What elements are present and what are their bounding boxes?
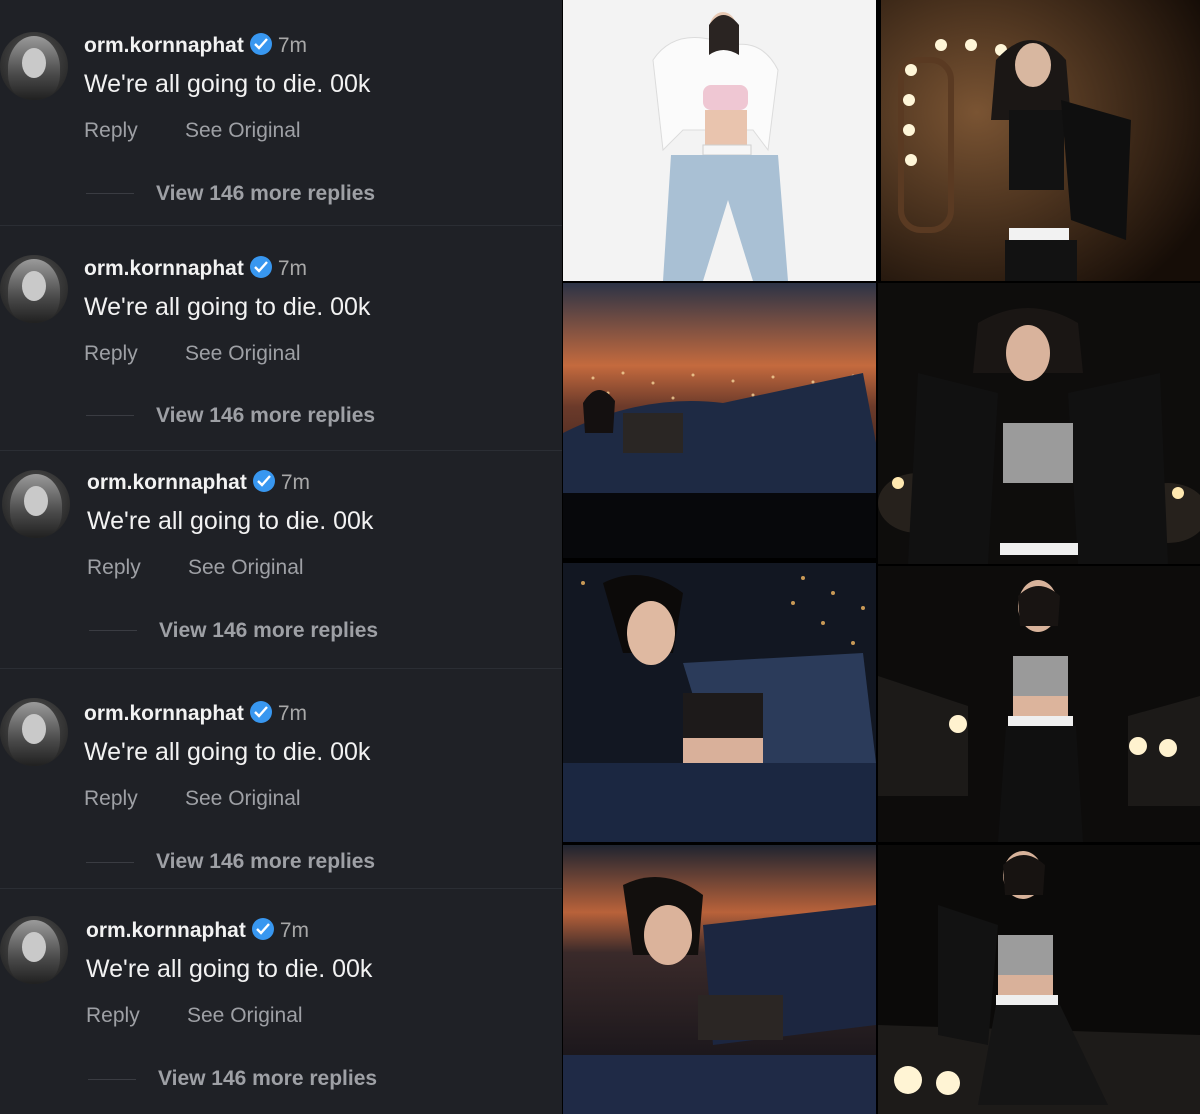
reply-button[interactable]: Reply	[84, 342, 138, 366]
view-more-replies-button[interactable]: View 146 more replies	[156, 850, 375, 874]
divider	[0, 668, 562, 669]
comment-header: orm.kornnaphat 7m	[84, 701, 307, 726]
photo-night-street-hands-up[interactable]	[878, 283, 1200, 564]
view-more-replies-button[interactable]: View 146 more replies	[156, 182, 375, 206]
reply-button[interactable]: Reply	[84, 787, 138, 811]
username[interactable]: orm.kornnaphat	[87, 471, 247, 494]
username[interactable]: orm.kornnaphat	[84, 702, 244, 725]
username[interactable]: orm.kornnaphat	[84, 34, 244, 57]
comment-header: orm.kornnaphat 7m	[84, 256, 307, 281]
replies-line	[86, 193, 134, 194]
divider	[0, 450, 562, 451]
reply-button[interactable]: Reply	[86, 1004, 140, 1028]
see-original-button[interactable]: See Original	[185, 119, 301, 143]
timestamp: 7m	[277, 702, 308, 725]
photo-car-headlights-seated[interactable]	[878, 845, 1200, 1114]
see-original-button[interactable]: See Original	[185, 342, 301, 366]
replies-line	[86, 862, 134, 863]
reply-button[interactable]: Reply	[84, 119, 138, 143]
comment-header: orm.kornnaphat 7m	[87, 470, 310, 495]
timestamp: 7m	[277, 34, 308, 57]
replies-line	[86, 415, 134, 416]
see-original-button[interactable]: See Original	[188, 556, 304, 580]
verified-badge-icon	[252, 470, 275, 492]
comment-text: We're all going to die. 00k	[84, 293, 371, 321]
username[interactable]: orm.kornnaphat	[84, 257, 244, 280]
timestamp: 7m	[277, 257, 308, 280]
replies-line	[88, 1079, 136, 1080]
comments-panel: orm.kornnaphat 7m We're all going to die.…	[0, 0, 562, 1114]
verified-badge-icon	[251, 918, 274, 940]
comment: orm.kornnaphat 7m We're all going to die.…	[0, 0, 562, 225]
timestamp: 7m	[279, 919, 310, 942]
view-more-replies-button[interactable]: View 146 more replies	[156, 404, 375, 428]
photo-vanity-mirror[interactable]	[881, 0, 1200, 281]
timestamp: 7m	[280, 471, 311, 494]
avatar[interactable]	[2, 470, 70, 538]
comment-text: We're all going to die. 00k	[84, 70, 371, 98]
photo-city-sunset-lying[interactable]	[563, 283, 876, 558]
reply-button[interactable]: Reply	[87, 556, 141, 580]
photo-city-lights-lying[interactable]	[563, 563, 876, 842]
avatar[interactable]	[0, 32, 68, 100]
photo-sunset-city-reclining[interactable]	[563, 845, 876, 1114]
photo-cars-standing[interactable]	[878, 566, 1200, 842]
view-more-replies-button[interactable]: View 146 more replies	[159, 619, 378, 643]
comment: orm.kornnaphat 7m We're all going to die.…	[0, 668, 562, 893]
comment: orm.kornnaphat 7m We're all going to die.…	[0, 450, 562, 675]
comment-text: We're all going to die. 00k	[84, 738, 371, 766]
verified-badge-icon	[249, 701, 272, 723]
avatar[interactable]	[0, 916, 68, 984]
comment: orm.kornnaphat 7m We're all going to die.…	[0, 225, 562, 450]
replies-line	[89, 630, 137, 631]
comment-text: We're all going to die. 00k	[86, 955, 373, 983]
avatar[interactable]	[0, 698, 68, 766]
avatar[interactable]	[0, 255, 68, 323]
see-original-button[interactable]: See Original	[185, 787, 301, 811]
username[interactable]: orm.kornnaphat	[86, 919, 246, 942]
view-more-replies-button[interactable]: View 146 more replies	[158, 1067, 377, 1091]
comment-header: orm.kornnaphat 7m	[86, 918, 309, 943]
comment-header: orm.kornnaphat 7m	[84, 33, 307, 58]
verified-badge-icon	[249, 33, 272, 55]
see-original-button[interactable]: See Original	[187, 1004, 303, 1028]
divider	[0, 888, 562, 889]
verified-badge-icon	[249, 256, 272, 278]
comment-text: We're all going to die. 00k	[87, 507, 374, 535]
divider	[0, 225, 562, 226]
photo-studio-white[interactable]	[563, 0, 876, 281]
comment: orm.kornnaphat 7m We're all going to die.…	[0, 888, 562, 1113]
